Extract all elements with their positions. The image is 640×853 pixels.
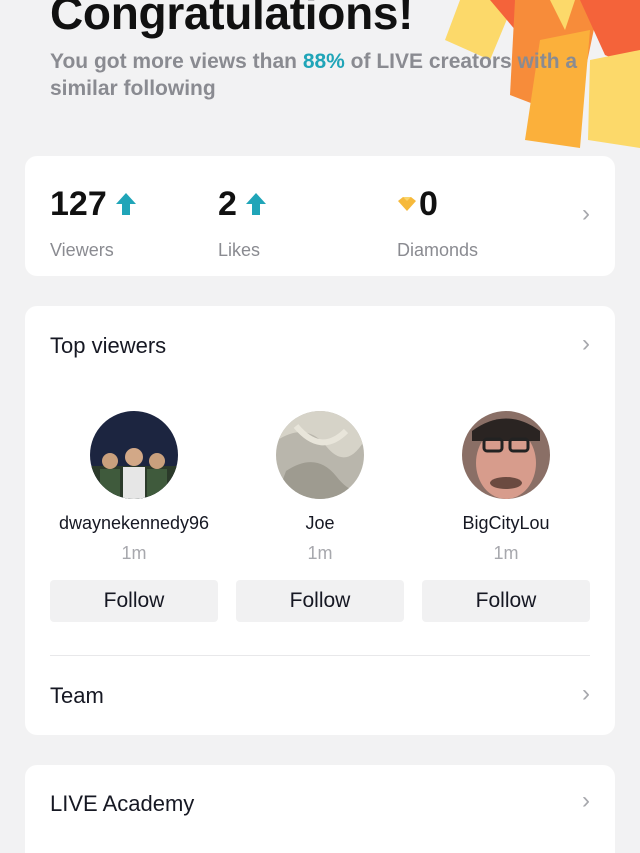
stat-diamonds: 0 Diamonds: [397, 184, 478, 261]
viewer-name: dwaynekennedy96: [58, 513, 210, 533]
diamond-icon: [398, 197, 416, 211]
stat-viewers: 127 Viewers: [50, 184, 137, 261]
team-row[interactable]: Team ›: [25, 656, 615, 735]
live-academy-card[interactable]: LIVE Academy ›: [25, 765, 615, 853]
follow-button[interactable]: Follow: [422, 580, 590, 622]
diamonds-count: 0: [419, 184, 438, 223]
viewers-count: 127: [50, 184, 107, 223]
performance-subtitle: You got more views than 88% of LIVE crea…: [50, 50, 578, 100]
top-viewers-card: Top viewers › dwaynekennedy96 1m Follow: [25, 306, 615, 735]
page-title: Congratulations!: [50, 0, 414, 39]
chevron-right-icon[interactable]: ›: [582, 330, 590, 358]
avatar[interactable]: [276, 411, 364, 499]
viewer-time: 1m: [493, 543, 519, 563]
chevron-right-icon: ›: [582, 200, 590, 227]
viewer-name: Joe: [305, 513, 335, 533]
avatar[interactable]: [462, 411, 550, 499]
arrow-up-icon: [115, 193, 136, 215]
viewer-time: 1m: [307, 543, 333, 563]
likes-label: Likes: [218, 240, 261, 260]
chevron-right-icon: ›: [582, 680, 590, 707]
percentile-highlight: 88%: [302, 50, 345, 73]
stats-card[interactable]: 127 Viewers 2 Likes 0 Diamonds ›: [25, 156, 615, 276]
arrow-up-icon: [245, 193, 266, 215]
team-label: Team: [50, 683, 104, 708]
stat-likes: 2 Likes: [218, 184, 267, 261]
congrats-header: Congratulations! You got more views than…: [50, 0, 610, 102]
avatar[interactable]: [90, 411, 178, 499]
viewer-item: BigCityLou 1m Follow: [422, 411, 590, 622]
viewers-label: Viewers: [50, 240, 114, 260]
live-academy-label: LIVE Academy: [50, 791, 195, 816]
top-viewers-title: Top viewers: [50, 333, 167, 358]
diamonds-label: Diamonds: [397, 240, 479, 260]
follow-button[interactable]: Follow: [50, 580, 218, 622]
viewer-item: Joe 1m Follow: [236, 411, 404, 622]
viewer-item: dwaynekennedy96 1m Follow: [50, 411, 218, 622]
follow-button[interactable]: Follow: [236, 580, 404, 622]
viewer-time: 1m: [121, 543, 147, 563]
viewer-name: BigCityLou: [462, 513, 550, 533]
likes-count: 2: [218, 184, 237, 223]
chevron-right-icon: ›: [582, 787, 590, 814]
